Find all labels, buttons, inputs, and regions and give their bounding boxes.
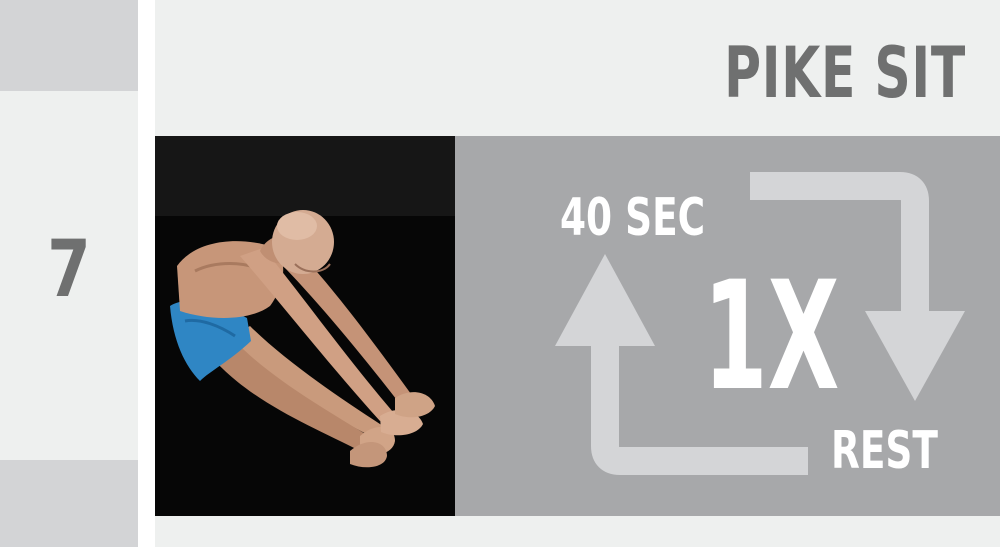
step-number: 7 [47,225,91,315]
pike-sit-illustration [155,136,455,516]
sidebar-block-bottom [0,460,138,547]
exercise-photo [155,136,455,516]
exercise-card: 7 PIKE SIT 40 SEC 1X REST [0,0,1000,547]
duration-label: 40 SEC [560,188,706,248]
rest-label: REST [831,421,938,481]
exercise-title: PIKE SIT [724,32,966,114]
repetitions-label: 1X [703,250,840,424]
sidebar-block-top [0,0,138,91]
routine-panel: 40 SEC 1X REST [455,136,1000,516]
step-sidebar: 7 [0,0,138,547]
